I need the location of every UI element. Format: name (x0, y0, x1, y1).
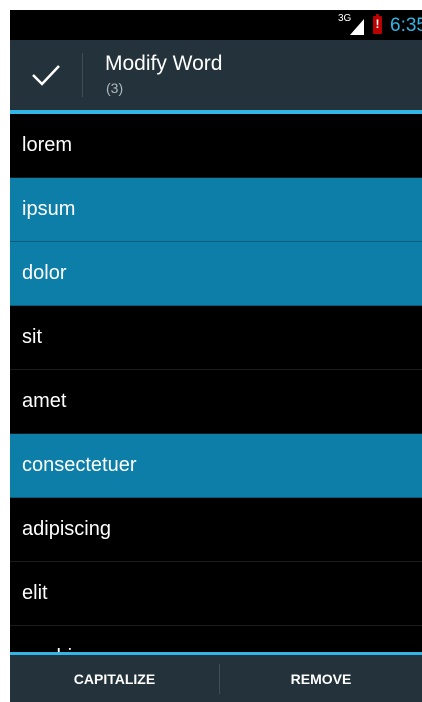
status-bar: 3G ! 6:35 (10, 10, 422, 40)
list-item[interactable]: consectetuer (10, 434, 422, 498)
list-item-label: amet (22, 390, 67, 412)
battery-alert-mark: ! (375, 17, 380, 31)
phone-screen: 3G ! 6:35 Modify Word (3) lorem ipsum dolo… (10, 10, 422, 702)
list-item-label: adipiscing (22, 518, 111, 540)
checkmark-icon (32, 65, 60, 86)
action-bar-divider (82, 53, 83, 97)
word-list[interactable]: lorem ipsum dolor sit amet consectetuer adipis… (10, 114, 422, 652)
list-item-label: elit (22, 582, 48, 604)
list-item-label: lorem (22, 134, 73, 156)
selection-count: (3) (106, 80, 124, 96)
action-mode-title: Modify Word (105, 52, 223, 75)
list-item[interactable]: dolor (10, 242, 422, 306)
list-item[interactable]: adipiscing (10, 498, 422, 562)
list-item[interactable]: ipsum (10, 178, 422, 242)
list-item[interactable]: lorem (10, 114, 422, 178)
status-time: 6:35 (390, 15, 422, 36)
list-item-label: ipsum (22, 198, 76, 220)
done-button[interactable] (10, 40, 82, 110)
battery-alert-icon: ! (373, 14, 382, 34)
list-item[interactable]: sit (10, 306, 422, 370)
contextual-action-bar: Modify Word (3) (10, 40, 422, 110)
remove-button[interactable]: REMOVE (220, 655, 422, 702)
list-item-label: dolor (22, 262, 67, 284)
capitalize-button[interactable]: CAPITALIZE (10, 655, 219, 702)
list-item[interactable]: amet (10, 370, 422, 434)
split-action-bar: CAPITALIZE REMOVE (10, 655, 422, 702)
list-item[interactable]: morbi (10, 626, 422, 652)
signal-icon (350, 19, 364, 35)
list-item-label: sit (22, 326, 42, 348)
list-item[interactable]: elit (10, 562, 422, 626)
list-item-label: consectetuer (22, 454, 137, 476)
